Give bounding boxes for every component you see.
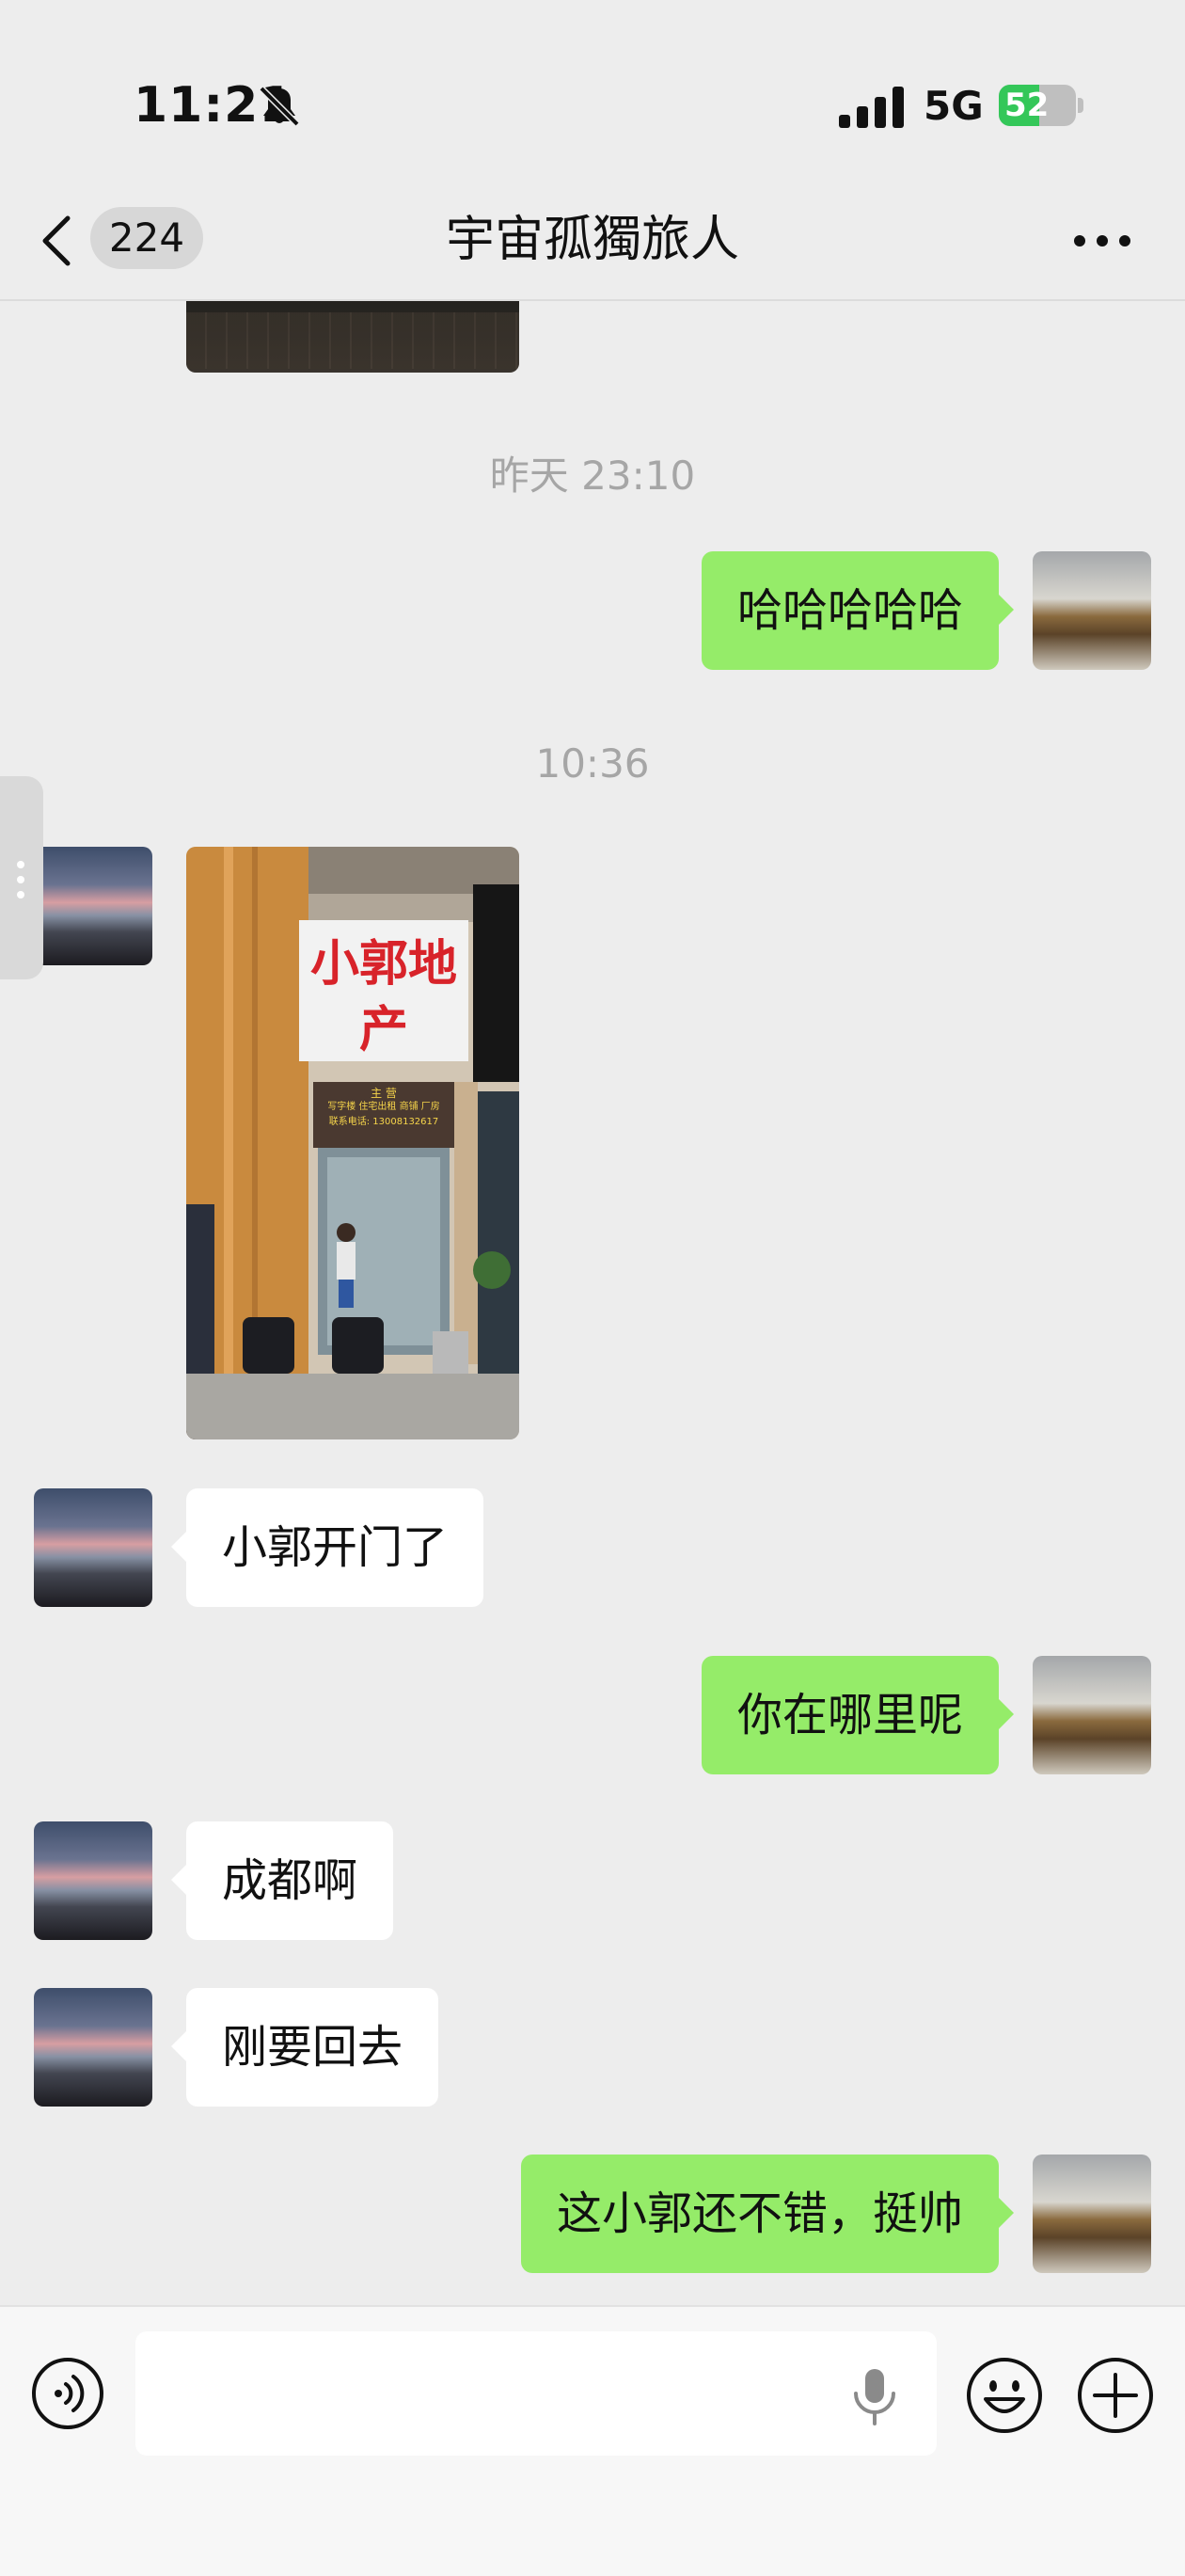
network-type: 5G <box>924 83 984 129</box>
message-bubble-outgoing[interactable]: 哈哈哈哈哈 <box>701 551 1015 670</box>
contact-avatar[interactable] <box>34 1988 152 2107</box>
shop-sign-phone: 联系电话: 13008132617 <box>328 1117 439 1127</box>
battery-indicator: 52 <box>999 85 1083 126</box>
chat-title: 宇宙孤獨旅人 <box>445 212 739 268</box>
shop-sign-text: 小郭地产 <box>309 936 457 1058</box>
contact-avatar[interactable] <box>34 1488 152 1607</box>
plus-icon[interactable] <box>1076 2356 1155 2435</box>
contact-avatar[interactable] <box>34 1821 152 1940</box>
message-bubble-outgoing[interactable]: 这小郭还不错，挺帅 <box>520 2155 1015 2273</box>
bell-slash-icon <box>259 86 300 127</box>
side-drawer-handle[interactable] <box>0 776 43 979</box>
status-bar: 11:21 5G 52 <box>0 0 1185 188</box>
emoji-icon[interactable] <box>965 2356 1044 2435</box>
message-list[interactable]: 昨天 23:10 哈哈哈哈哈 10:36 小郭地产 主 营 写字楼 住宅出租 商… <box>0 301 1185 2303</box>
message-bubble-outgoing[interactable]: 你在哪里呢 <box>701 1656 1015 1774</box>
message-bubble-incoming[interactable]: 小郭开门了 <box>170 1488 484 1607</box>
chat-header: 224 宇宙孤獨旅人 <box>0 188 1185 301</box>
battery-percent: 52 <box>1004 87 1050 124</box>
contact-avatar[interactable] <box>34 847 152 965</box>
message-input[interactable] <box>135 2331 937 2456</box>
shop-sign-subtitle: 主 营 <box>371 1087 397 1100</box>
cellular-signal-icon <box>839 87 904 128</box>
my-avatar[interactable] <box>1033 2155 1151 2273</box>
message-bubble-incoming[interactable]: 刚要回去 <box>170 1988 439 2107</box>
my-avatar[interactable] <box>1033 551 1151 670</box>
message-bubble-incoming[interactable]: 成都啊 <box>170 1821 394 1940</box>
voice-icon[interactable] <box>30 2356 105 2431</box>
microphone-icon[interactable] <box>846 2365 903 2427</box>
message-image-partial[interactable] <box>186 301 519 373</box>
message-image-shop[interactable]: 小郭地产 主 营 写字楼 住宅出租 商铺 厂房 联系电话: 1300813261… <box>186 847 519 1439</box>
timestamp: 昨天 23:10 <box>489 453 696 499</box>
my-avatar[interactable] <box>1033 1656 1151 1774</box>
more-icon[interactable] <box>1072 233 1132 248</box>
shop-sign-services: 写字楼 住宅出租 商铺 厂房 <box>327 1102 440 1112</box>
input-bar <box>0 2305 1185 2576</box>
timestamp: 10:36 <box>535 740 650 787</box>
